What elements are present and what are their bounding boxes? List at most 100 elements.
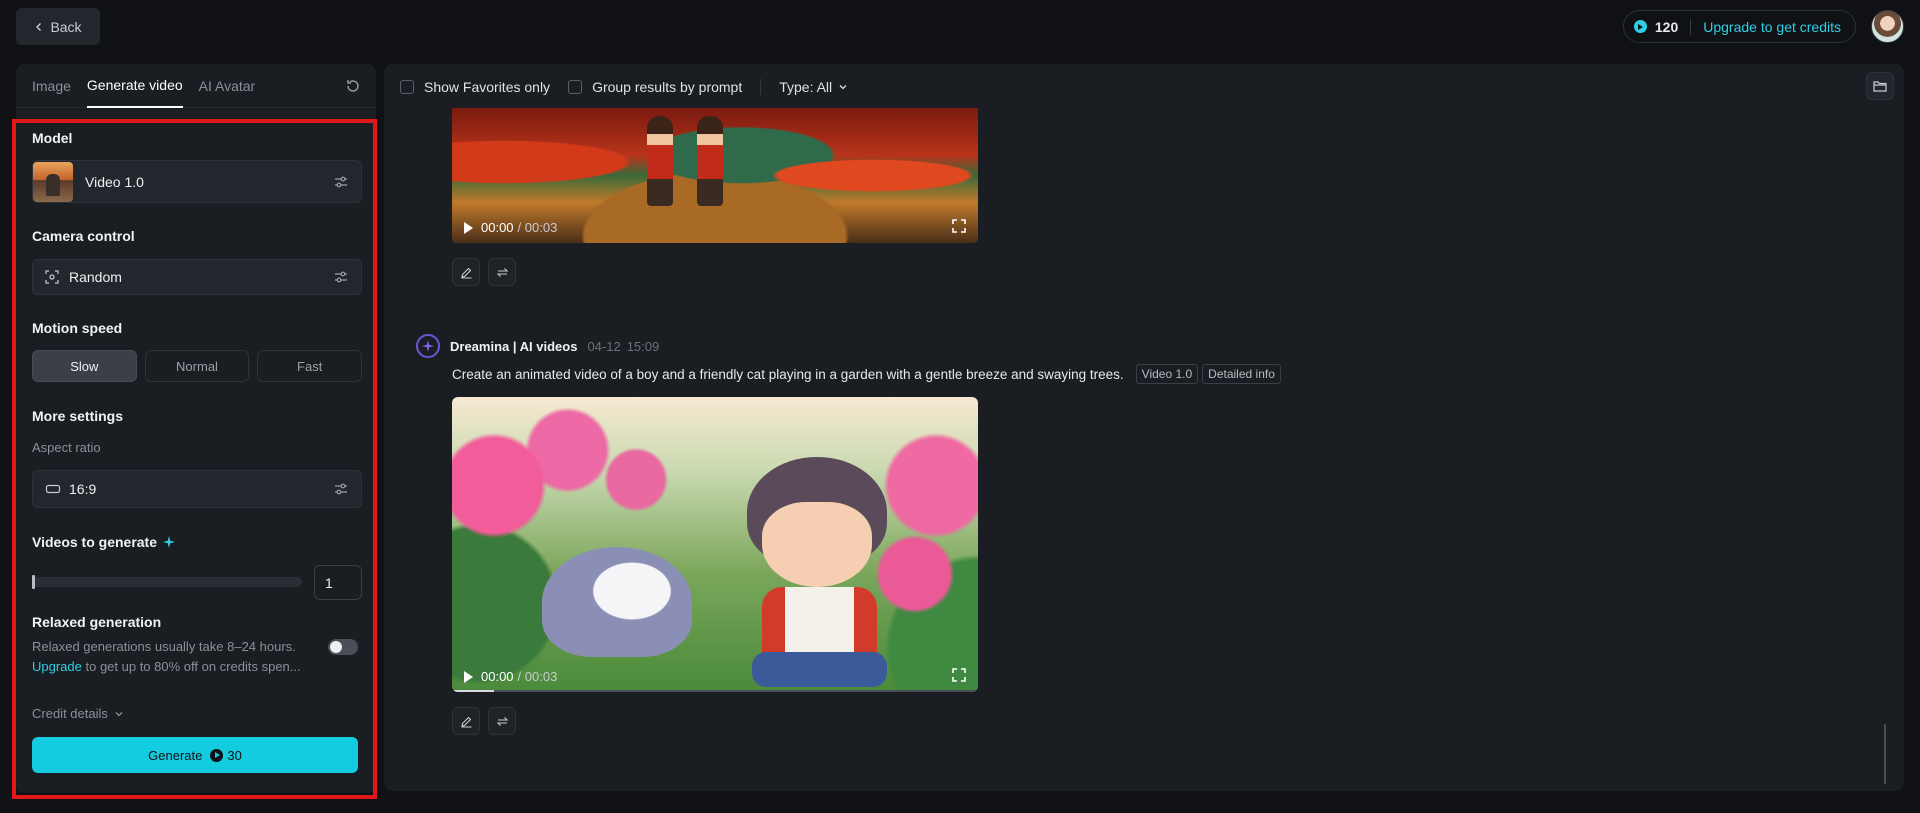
video-frame <box>452 397 978 692</box>
prompt-tags: Video 1.0 Detailed info <box>1135 364 1281 384</box>
video-time-current: 00:00 <box>481 669 514 684</box>
video-controls: 00:00 / 00:03 <box>464 220 557 235</box>
play-icon[interactable] <box>464 221 473 234</box>
back-label: Back <box>50 18 82 35</box>
chevron-down-icon <box>115 711 123 716</box>
video-figure <box>697 116 723 206</box>
generation-date: 04-12 <box>587 338 621 354</box>
sliders-icon[interactable] <box>333 174 349 190</box>
sliders-icon[interactable] <box>333 481 349 497</box>
relaxed-generation-description: Relaxed generations usually take 8–24 ho… <box>32 637 322 677</box>
checkbox-box <box>568 80 583 94</box>
sparkle-icon <box>163 536 176 548</box>
generation-header: Dreamina | AI videos 04-12 15:09 <box>416 334 659 358</box>
video-figure <box>647 116 673 206</box>
aspect-ratio-icon <box>45 484 61 494</box>
aspect-ratio-selector[interactable]: 16:9 <box>32 470 362 508</box>
pencil-icon <box>460 267 471 279</box>
video-figure-cat <box>542 547 692 657</box>
checkbox-box <box>400 80 414 94</box>
relaxed-generation-toggle[interactable] <box>328 639 358 655</box>
credit-coin-icon <box>210 748 224 762</box>
speed-normal-button[interactable]: Normal <box>144 350 250 382</box>
video-time-total: / 00:03 <box>517 669 558 684</box>
aspect-ratio-value: 16:9 <box>69 481 97 497</box>
video-progress-bar[interactable] <box>452 690 978 692</box>
generate-button[interactable]: Generate 30 <box>32 737 358 773</box>
tab-generate-video[interactable]: Generate video <box>86 64 183 108</box>
credits-pill[interactable]: 120 Upgrade to get credits <box>1622 10 1856 43</box>
fullscreen-icon[interactable] <box>952 219 966 233</box>
videos-count-slider[interactable] <box>32 575 302 589</box>
videos-to-generate-title-row: Videos to generate <box>32 534 176 550</box>
relaxed-desc-line2: Upgrade to get up to 80% off on credits … <box>32 657 322 677</box>
sliders-icon[interactable] <box>333 269 349 285</box>
slider-handle[interactable] <box>32 575 35 589</box>
play-icon[interactable] <box>464 670 473 683</box>
relaxed-desc-line1: Relaxed generations usually take 8–24 ho… <box>32 639 296 654</box>
fullscreen-icon[interactable] <box>952 668 966 682</box>
type-filter-dropdown[interactable]: Type: All <box>779 79 848 95</box>
chevron-left-icon <box>36 22 42 31</box>
credit-coin-icon <box>1633 20 1647 33</box>
camera-focus-icon <box>45 270 59 284</box>
figure-part <box>752 652 887 687</box>
video-player[interactable]: 00:00 / 00:03 <box>452 108 978 243</box>
brand-name: Dreamina | AI videos <box>450 338 578 354</box>
avatar[interactable] <box>1871 10 1904 43</box>
pencil-icon <box>460 716 471 728</box>
model-value: Video 1.0 <box>85 173 144 190</box>
model-thumbnail <box>33 161 73 202</box>
credit-details-dropdown[interactable]: Credit details <box>32 706 124 721</box>
figure-part <box>762 502 872 587</box>
speed-slow-button[interactable]: Slow <box>32 350 137 382</box>
type-filter-label: Type: All <box>779 79 833 95</box>
regenerate-button[interactable] <box>488 258 516 286</box>
filter-bar: Show Favorites only Group results by pro… <box>400 76 848 98</box>
video-controls: 00:00 / 00:03 <box>464 669 557 684</box>
relaxed-desc-line2-text: to get up to 80% off on credits spen... <box>81 659 301 674</box>
credit-details-label: Credit details <box>32 706 108 721</box>
group-results-checkbox[interactable]: Group results by prompt <box>568 79 742 95</box>
motion-speed-title: Motion speed <box>32 320 123 336</box>
relaxed-generation-title: Relaxed generation <box>32 614 162 630</box>
edit-button[interactable] <box>452 707 480 735</box>
show-favorites-checkbox[interactable]: Show Favorites only <box>400 79 550 95</box>
regenerate-button[interactable] <box>488 707 516 735</box>
model-selector[interactable]: Video 1.0 <box>32 160 362 203</box>
divider <box>1690 18 1692 35</box>
group-results-label: Group results by prompt <box>592 79 743 95</box>
reset-icon[interactable] <box>344 77 362 95</box>
camera-control-title: Camera control <box>32 228 135 244</box>
prompt-text: Create an animated video of a boy and a … <box>452 366 1124 382</box>
video-actions <box>452 258 516 286</box>
tab-image[interactable]: Image <box>32 64 71 108</box>
folder-button[interactable] <box>1866 72 1894 100</box>
divider <box>760 79 762 95</box>
mode-tabs: Image Generate video AI Avatar <box>16 64 376 108</box>
generation-time: 15:09 <box>626 338 660 354</box>
tab-ai-avatar[interactable]: AI Avatar <box>199 64 256 108</box>
videos-to-generate-title: Videos to generate <box>32 534 158 550</box>
generate-cost: 30 <box>227 747 242 763</box>
model-tag: Video 1.0 <box>1135 364 1199 384</box>
upgrade-link[interactable]: Upgrade <box>32 659 82 674</box>
camera-control-selector[interactable]: Random <box>32 259 362 295</box>
folder-icon <box>1873 81 1887 92</box>
video-progress-fill <box>452 690 495 692</box>
model-section-title: Model <box>32 130 73 146</box>
results-panel: Show Favorites only Group results by pro… <box>384 64 1904 791</box>
credits-count: 120 <box>1654 18 1679 35</box>
detailed-info-tag[interactable]: Detailed info <box>1202 364 1281 384</box>
speed-fast-button[interactable]: Fast <box>257 350 363 382</box>
motion-speed-options: Slow Normal Fast <box>32 350 363 382</box>
chevron-down-icon <box>839 85 847 90</box>
back-button[interactable]: Back <box>16 8 100 45</box>
video-figure-boy <box>742 457 892 687</box>
generate-label: Generate <box>148 747 203 763</box>
upgrade-credits-link[interactable]: Upgrade to get credits <box>1703 19 1841 35</box>
videos-count-input[interactable]: 1 <box>314 565 362 600</box>
scrollbar[interactable] <box>1884 724 1886 784</box>
video-player[interactable]: 00:00 / 00:03 <box>452 397 978 692</box>
edit-button[interactable] <box>452 258 480 286</box>
